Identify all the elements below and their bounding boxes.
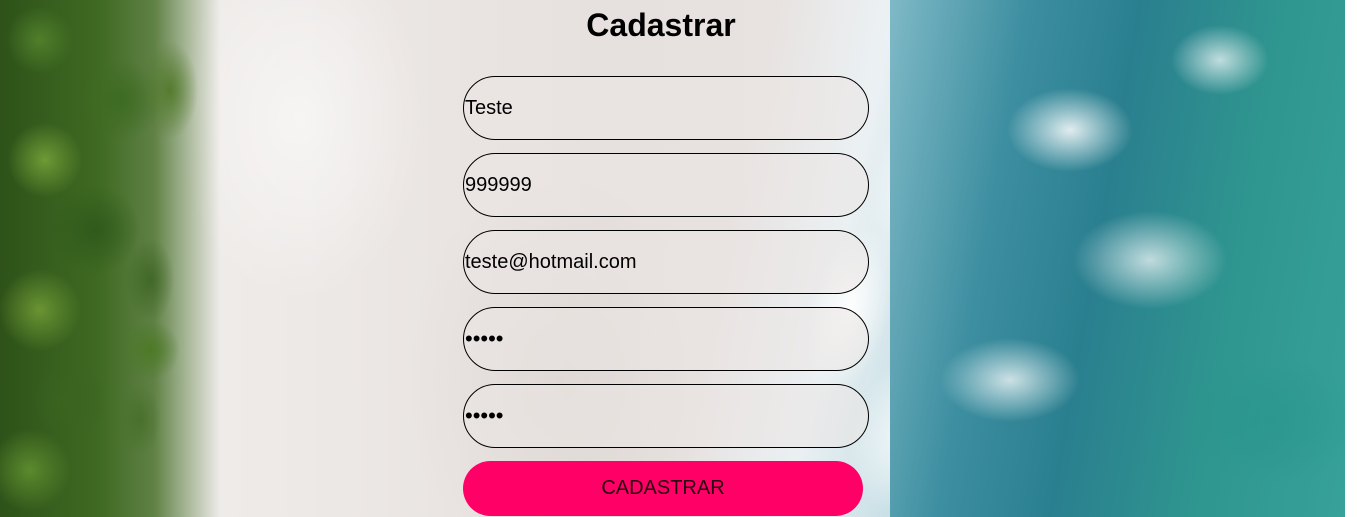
name-field[interactable]	[463, 76, 869, 140]
page-title: Cadastrar	[586, 7, 736, 43]
submit-button[interactable]: CADASTRAR	[463, 461, 863, 516]
background-vegetation-edge	[110, 0, 220, 517]
email-field[interactable]	[463, 230, 869, 294]
confirm-password-field[interactable]	[463, 384, 869, 448]
password-field[interactable]	[463, 307, 869, 371]
phone-field[interactable]	[463, 153, 869, 217]
page: Cadastrar CADASTRAR	[0, 0, 1357, 517]
page-right-edge	[1345, 0, 1357, 517]
background-sea	[890, 0, 1357, 517]
